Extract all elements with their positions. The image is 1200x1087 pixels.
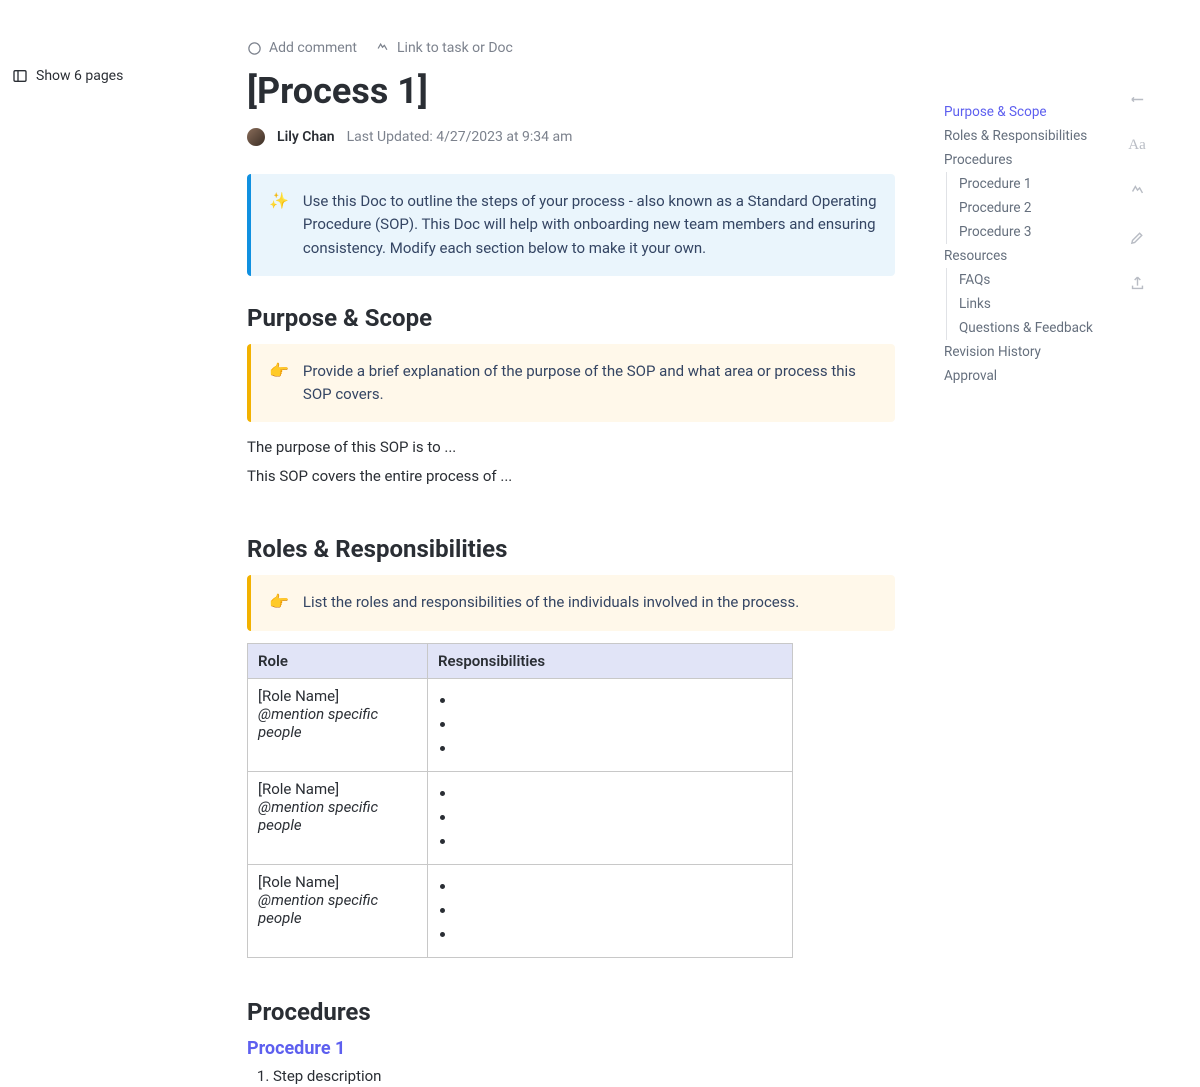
roles-table[interactable]: Role Responsibilities [Role Name]@mentio… [247, 643, 793, 958]
link-task-label: Link to task or Doc [397, 40, 513, 56]
purpose-body-1[interactable]: The purpose of this SOP is to ... [247, 436, 895, 459]
responsibility-list[interactable] [438, 877, 782, 945]
ai-icon[interactable] [1128, 182, 1146, 200]
outline-link-revision[interactable]: Revision History [944, 340, 1104, 364]
document-main: Add comment Link to task or Doc [Process… [247, 40, 895, 1087]
last-updated-label: Last Updated: [347, 129, 433, 145]
table-row[interactable]: [Role Name]@mention specific people [248, 771, 793, 864]
doc-toolbar: Add comment Link to task or Doc [247, 40, 895, 56]
show-pages-label: Show 6 pages [36, 68, 123, 84]
author-name[interactable]: Lily Chan [277, 129, 335, 145]
responsibility-list[interactable] [438, 691, 782, 759]
procedure-1-title[interactable]: Procedure 1 [247, 1038, 895, 1059]
author-avatar[interactable] [247, 128, 265, 146]
last-updated-value: 4/27/2023 at 9:34 am [436, 129, 572, 145]
role-mention: @mention specific people [258, 705, 417, 741]
roles-callout-text: List the roles and responsibilities of t… [303, 591, 799, 614]
step-item[interactable]: Step description [273, 1067, 895, 1085]
show-pages-toggle[interactable]: Show 6 pages [12, 68, 123, 84]
role-mention: @mention specific people [258, 891, 417, 927]
responsibility-list[interactable] [438, 784, 782, 852]
meta-row: Lily Chan Last Updated: 4/27/2023 at 9:3… [247, 128, 895, 146]
page-title[interactable]: [Process 1] [247, 70, 895, 112]
outline-link-roles[interactable]: Roles & Responsibilities [944, 124, 1104, 148]
outline-link-questions[interactable]: Questions & Feedback [959, 316, 1104, 340]
intro-callout[interactable]: ✨ Use this Doc to outline the steps of y… [247, 174, 895, 276]
add-comment-label: Add comment [269, 40, 357, 56]
purpose-heading[interactable]: Purpose & Scope [247, 304, 895, 332]
outline-link-procedures[interactable]: Procedures [944, 148, 1104, 172]
comment-icon [247, 41, 262, 56]
last-updated: Last Updated: 4/27/2023 at 9:34 am [347, 129, 573, 145]
font-settings-icon[interactable]: Aa [1128, 136, 1146, 154]
outline-link-faqs[interactable]: FAQs [959, 268, 1104, 292]
role-name: [Role Name] [258, 873, 417, 891]
pointing-icon: 👉 [269, 360, 289, 407]
col-responsibilities: Responsibilities [428, 643, 793, 678]
outline-link-procedure-1[interactable]: Procedure 1 [959, 172, 1104, 196]
outline-link-purpose[interactable]: Purpose & Scope [944, 100, 1104, 124]
page-outline: Purpose & Scope Roles & Responsibilities… [944, 100, 1104, 388]
purpose-callout-text: Provide a brief explanation of the purpo… [303, 360, 877, 407]
add-comment-button[interactable]: Add comment [247, 40, 357, 56]
link-task-button[interactable]: Link to task or Doc [375, 40, 513, 56]
roles-callout[interactable]: 👉 List the roles and responsibilities of… [247, 575, 895, 630]
sidebar-icon [12, 68, 28, 84]
table-row[interactable]: [Role Name]@mention specific people [248, 864, 793, 957]
link-icon [375, 41, 390, 56]
purpose-callout[interactable]: 👉 Provide a brief explanation of the pur… [247, 344, 895, 423]
roles-heading[interactable]: Roles & Responsibilities [247, 535, 895, 563]
outline-link-links[interactable]: Links [959, 292, 1104, 316]
outline-link-procedure-3[interactable]: Procedure 3 [959, 220, 1104, 244]
table-row[interactable]: [Role Name]@mention specific people [248, 678, 793, 771]
pointing-icon: 👉 [269, 591, 289, 614]
edit-icon[interactable] [1128, 228, 1146, 246]
procedures-heading[interactable]: Procedures [247, 998, 895, 1026]
procedure-1-steps[interactable]: Step description [247, 1067, 895, 1085]
purpose-body-2[interactable]: This SOP covers the entire process of ..… [247, 465, 895, 488]
role-name: [Role Name] [258, 687, 417, 705]
right-icon-rail: Aa [1128, 90, 1146, 292]
role-name: [Role Name] [258, 780, 417, 798]
role-mention: @mention specific people [258, 798, 417, 834]
width-toggle-icon[interactable] [1128, 90, 1146, 108]
sparkle-icon: ✨ [269, 190, 289, 260]
outline-link-approval[interactable]: Approval [944, 364, 1104, 388]
intro-callout-text: Use this Doc to outline the steps of you… [303, 190, 877, 260]
outline-link-procedure-2[interactable]: Procedure 2 [959, 196, 1104, 220]
outline-link-resources[interactable]: Resources [944, 244, 1104, 268]
col-role: Role [248, 643, 428, 678]
share-icon[interactable] [1128, 274, 1146, 292]
